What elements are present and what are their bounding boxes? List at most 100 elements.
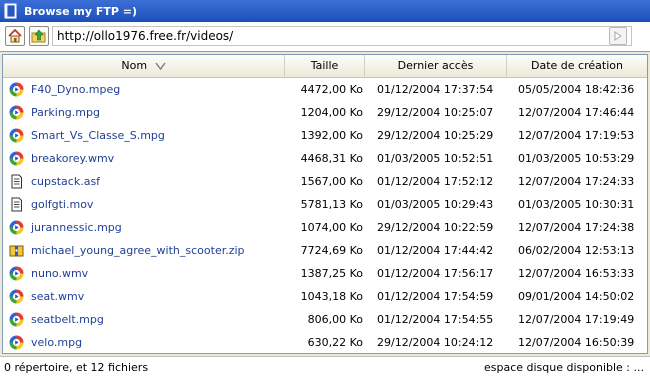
file-name[interactable]: F40_Dyno.mpeg: [31, 78, 120, 101]
file-count-status: 0 répertoire, et 12 fichiers: [4, 361, 149, 374]
zip-archive-icon: [9, 243, 24, 258]
file-size: 1074,00 Ko: [300, 221, 363, 234]
title-bar: Browse my FTP =): [0, 0, 650, 22]
toolbar: http://ollo1976.free.fr/videos/: [0, 22, 650, 52]
table-row[interactable]: jurannessic.mpg 1074,00 Ko 29/12/2004 10:2…: [3, 216, 647, 239]
table-row[interactable]: seat.wmv 1043,18 Ko 01/12/2004 17:54:59 09/…: [3, 285, 647, 308]
file-created: 01/03/2005 10:53:29: [518, 152, 635, 165]
file-created: 12/07/2004 17:19:49: [518, 313, 635, 326]
file-rows: F40_Dyno.mpeg 4472,00 Ko 01/12/2004 17:37:…: [3, 78, 647, 353]
file-name[interactable]: nuno.wmv: [31, 262, 88, 285]
file-last-access: 01/12/2004 17:37:54: [377, 83, 494, 96]
media-file-icon: [9, 105, 24, 120]
file-size: 1567,00 Ko: [300, 175, 363, 188]
file-size: 5781,13 Ko: [300, 198, 363, 211]
file-size: 1387,25 Ko: [300, 267, 363, 280]
file-name[interactable]: seatbelt.mpg: [31, 308, 104, 331]
media-file-icon: [9, 266, 24, 281]
file-last-access: 01/12/2004 17:44:42: [377, 244, 494, 257]
file-created: 12/07/2004 17:24:33: [518, 175, 635, 188]
file-created: 05/05/2004 18:42:36: [518, 83, 635, 96]
media-file-icon: [9, 151, 24, 166]
table-row[interactable]: nuno.wmv 1387,25 Ko 01/12/2004 17:56:17 12/…: [3, 262, 647, 285]
table-row[interactable]: Parking.mpg 1204,00 Ko 29/12/2004 10:25:07…: [3, 101, 647, 124]
file-name[interactable]: breakorey.wmv: [31, 147, 114, 170]
file-name-cell[interactable]: seat.wmv: [9, 285, 285, 308]
file-last-access: 29/12/2004 10:22:59: [377, 221, 494, 234]
column-header-accessed[interactable]: Dernier accès: [365, 55, 507, 77]
disk-space-status: espace disque disponible : ...: [483, 361, 644, 374]
document-file-icon: [9, 197, 24, 212]
file-name-cell[interactable]: seatbelt.mpg: [9, 308, 285, 331]
file-last-access: 01/03/2005 10:52:51: [377, 152, 494, 165]
file-created: 12/07/2004 17:19:53: [518, 129, 635, 142]
table-row[interactable]: F40_Dyno.mpeg 4472,00 Ko 01/12/2004 17:37:…: [3, 78, 647, 101]
go-button[interactable]: [609, 27, 627, 45]
window-title: Browse my FTP =): [24, 4, 137, 18]
table-row[interactable]: velo.mpg 630,22 Ko 29/12/2004 10:24:12 12/0…: [3, 331, 647, 353]
table-row[interactable]: golfgti.mov 5781,13 Ko 01/03/2005 10:29:43…: [3, 193, 647, 216]
column-header-name[interactable]: Nom: [3, 55, 285, 77]
file-name-cell[interactable]: breakorey.wmv: [9, 147, 285, 170]
file-size: 1204,00 Ko: [300, 106, 363, 119]
file-list: Nom Taille Dernier accès Date de créatio…: [2, 54, 648, 354]
file-name-cell[interactable]: nuno.wmv: [9, 262, 285, 285]
home-icon: [8, 28, 22, 43]
file-name-cell[interactable]: michael_young_agree_with_scooter.zip: [9, 239, 285, 262]
media-file-icon: [9, 128, 24, 143]
file-created: 12/07/2004 17:46:44: [518, 106, 635, 119]
column-header-name-label: Nom: [121, 59, 148, 72]
table-row[interactable]: cupstack.asf 1567,00 Ko 01/12/2004 17:52:1…: [3, 170, 647, 193]
sort-descending-icon: [155, 62, 166, 70]
file-created: 12/07/2004 17:24:38: [518, 221, 635, 234]
table-row[interactable]: breakorey.wmv 4468,31 Ko 01/03/2005 10:52:…: [3, 147, 647, 170]
status-bar: 0 répertoire, et 12 fichiers espace disq…: [0, 356, 650, 379]
file-name-cell[interactable]: golfgti.mov: [9, 193, 285, 216]
home-button[interactable]: [5, 26, 25, 46]
file-size: 7724,69 Ko: [300, 244, 363, 257]
document-file-icon: [9, 174, 24, 189]
play-arrow-icon: [614, 31, 622, 41]
media-file-icon: [9, 220, 24, 235]
file-created: 09/01/2004 14:50:02: [518, 290, 635, 303]
table-row[interactable]: Smart_Vs_Classe_S.mpg 1392,00 Ko 29/12/200…: [3, 124, 647, 147]
file-size: 4468,31 Ko: [300, 152, 363, 165]
file-name[interactable]: Smart_Vs_Classe_S.mpg: [31, 124, 165, 147]
file-created: 12/07/2004 16:53:33: [518, 267, 635, 280]
file-name[interactable]: jurannessic.mpg: [31, 216, 122, 239]
file-name-cell[interactable]: F40_Dyno.mpeg: [9, 78, 285, 101]
file-size: 1392,00 Ko: [300, 129, 363, 142]
file-last-access: 01/12/2004 17:56:17: [377, 267, 494, 280]
file-name-cell[interactable]: cupstack.asf: [9, 170, 285, 193]
file-name[interactable]: michael_young_agree_with_scooter.zip: [31, 239, 245, 262]
file-name[interactable]: golfgti.mov: [31, 193, 93, 216]
file-created: 01/03/2005 10:30:31: [518, 198, 635, 211]
column-header-created[interactable]: Date de création: [507, 55, 647, 77]
column-header-size[interactable]: Taille: [285, 55, 365, 77]
up-folder-button[interactable]: [29, 26, 49, 46]
up-folder-icon: [31, 29, 46, 43]
table-row[interactable]: seatbelt.mpg 806,00 Ko 01/12/2004 17:54:55…: [3, 308, 647, 331]
file-size: 4472,00 Ko: [300, 83, 363, 96]
url-input[interactable]: http://ollo1976.free.fr/videos/: [52, 26, 632, 46]
file-size: 1043,18 Ko: [300, 290, 363, 303]
file-name[interactable]: Parking.mpg: [31, 101, 100, 124]
table-row[interactable]: michael_young_agree_with_scooter.zip 7724…: [3, 239, 647, 262]
file-size: 806,00 Ko: [307, 313, 363, 326]
file-name[interactable]: velo.mpg: [31, 331, 82, 353]
file-created: 06/02/2004 12:53:13: [518, 244, 635, 257]
file-last-access: 29/12/2004 10:25:07: [377, 106, 494, 119]
file-last-access: 01/12/2004 17:54:55: [377, 313, 494, 326]
file-size: 630,22 Ko: [307, 336, 363, 349]
file-name-cell[interactable]: Parking.mpg: [9, 101, 285, 124]
media-file-icon: [9, 82, 24, 97]
file-name-cell[interactable]: jurannessic.mpg: [9, 216, 285, 239]
file-last-access: 01/03/2005 10:29:43: [377, 198, 494, 211]
media-file-icon: [9, 335, 24, 350]
file-name[interactable]: cupstack.asf: [31, 170, 100, 193]
file-name-cell[interactable]: velo.mpg: [9, 331, 285, 353]
file-last-access: 29/12/2004 10:25:29: [377, 129, 494, 142]
column-header-row: Nom Taille Dernier accès Date de créatio…: [3, 55, 647, 78]
file-name-cell[interactable]: Smart_Vs_Classe_S.mpg: [9, 124, 285, 147]
file-name[interactable]: seat.wmv: [31, 285, 84, 308]
